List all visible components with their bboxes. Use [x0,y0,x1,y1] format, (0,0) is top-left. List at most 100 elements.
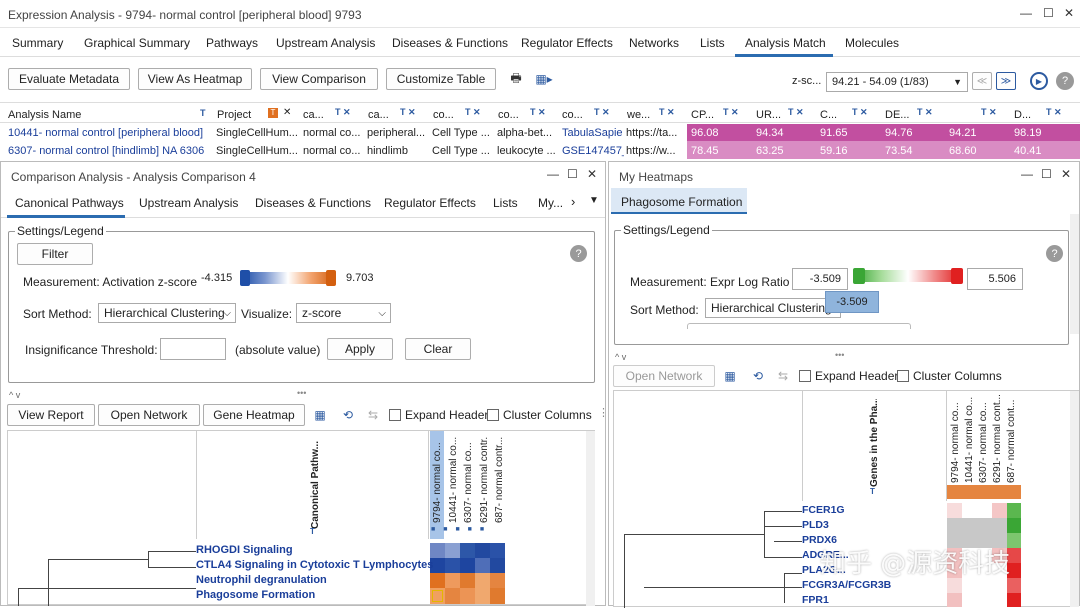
scrollbar[interactable] [1070,391,1079,607]
column-header[interactable]: 10441- normal co... [964,395,975,483]
column-header[interactable]: 9794- normal co... [432,437,443,523]
chevron-down-icon[interactable]: ▼ [589,195,599,206]
filter-button[interactable]: Filter [17,243,93,265]
apply-button[interactable]: Apply [327,338,393,360]
tab-upstream-analysis[interactable]: Upstream Analysis [276,36,375,50]
legend-min-input[interactable]: -3.509 [792,268,848,290]
heatmap-cell[interactable] [490,573,505,588]
row-header-label[interactable]: Genes in the Pha... [869,399,880,487]
swap-icon[interactable]: ⇆ [364,406,382,424]
heatmap-cell[interactable] [460,543,475,558]
gene-link[interactable]: PLD3 [802,519,829,531]
maximize-button[interactable]: ☐ [1043,6,1054,20]
chevron-right-icon[interactable]: › [571,194,575,209]
column-header[interactable]: 687- normal contr... [494,437,505,523]
heatmap-cell[interactable] [962,578,977,593]
column-header[interactable]: 6291- normal cont... [992,395,1003,483]
tab-upstream-analysis[interactable]: Upstream Analysis [139,196,238,210]
next-match-button[interactable]: ≫ [996,72,1016,90]
help-icon[interactable]: ? [1046,245,1063,262]
heatmap-cell[interactable] [962,518,977,533]
cluster-columns-checkbox[interactable] [897,370,909,382]
heatmap-cell[interactable] [947,578,962,593]
scrollbar[interactable] [1070,214,1079,334]
tab-canonical-pathways[interactable]: Canonical Pathways [15,196,124,210]
help-icon[interactable]: ? [570,245,587,262]
tab-regulator-effects[interactable]: Regulator Effects [384,196,476,210]
column-header[interactable]: 10441- normal co... [448,437,459,523]
heatmap-cell[interactable] [947,503,962,518]
network-icon[interactable]: ⟲ [747,367,769,385]
sort-method-select[interactable]: Hierarchical Clustering ⌵ [98,303,236,323]
heatmap-cell[interactable] [1007,593,1021,607]
heatmap-cell[interactable] [475,573,490,588]
collapse-icon[interactable]: ^ v [615,352,626,362]
swap-icon[interactable]: ⇆ [774,367,792,385]
threshold-input[interactable] [160,338,226,360]
tab-analysis-match[interactable]: Analysis Match [745,36,826,50]
pathway-link[interactable]: Neutrophil degranulation [196,574,327,586]
gene-link[interactable]: FCGR3A/FCGR3B [802,579,891,591]
collapse-icon[interactable]: ^ v [9,390,20,400]
sort-method-select[interactable]: Hierarchical Clustering [705,298,841,318]
zscore-range-select[interactable]: 94.21 - 54.09 (1/83) ▼ [826,72,968,92]
legend-handle-max[interactable] [951,268,963,284]
tab-networks[interactable]: Networks [629,36,679,50]
table-row[interactable]: 10441- normal control [peripheral blood]… [0,124,1080,141]
heatmap-cell[interactable] [430,543,445,558]
heatmap-cell[interactable] [445,558,460,573]
heatmap-cell[interactable] [1007,503,1021,518]
pathway-link[interactable]: Phagosome Formation [196,589,315,601]
print-icon[interactable]: 🖶 [507,70,525,88]
heatmap-cell[interactable] [430,573,445,588]
heatmap-cell[interactable] [460,573,475,588]
tab-summary[interactable]: Summary [12,36,63,50]
heatmap-cell[interactable] [475,558,490,573]
tab-diseases-functions[interactable]: Diseases & Functions [255,196,371,210]
close-button[interactable]: ✕ [1061,167,1071,181]
open-network-button[interactable]: Open Network [613,365,715,387]
cell-analysis-name[interactable]: 10441- normal control [peripheral blood] [8,127,213,139]
heatmap-cell[interactable] [475,588,490,604]
heatmap-cell[interactable] [962,593,977,607]
splitter-handle[interactable]: ••• [835,350,844,360]
clear-button[interactable]: Clear [405,338,471,360]
sort-icon[interactable]: T [870,487,875,496]
expand-header-checkbox[interactable] [389,409,401,421]
table-icon[interactable]: ▦ [721,367,739,385]
sort-icon[interactable]: T [310,527,315,536]
view-comparison-button[interactable]: View Comparison [260,68,378,90]
table-row[interactable]: 6307- normal control [hindlimb] NA 6306 … [0,141,1080,159]
tab-pathways[interactable]: Pathways [206,36,258,50]
customize-table-button[interactable]: Customize Table [386,68,496,90]
pathway-link[interactable]: RHOGDI Signaling [196,544,293,556]
pathway-link[interactable]: CTLA4 Signaling in Cytotoxic T Lymphocyt… [196,559,433,571]
cell-link[interactable]: TabulaSapie [562,127,624,139]
legend-handle-min[interactable] [853,268,865,284]
splitter-handle[interactable]: ••• [297,388,306,398]
tab-my[interactable]: My... [538,196,563,210]
gene-heatmap-button[interactable]: Gene Heatmap [203,404,305,426]
heatmap-cell[interactable] [445,573,460,588]
minimize-button[interactable]: — [1020,6,1032,20]
heatmap-cell[interactable] [475,543,490,558]
heatmap-cell[interactable] [977,593,992,607]
column-header[interactable]: 687- normal cont... [1006,395,1017,483]
tab-molecules[interactable]: Molecules [845,36,899,50]
tab-diseases-functions[interactable]: Diseases & Functions [392,36,508,50]
visualize-select[interactable]: z-score ⌵ [296,303,391,323]
heatmap-cell[interactable] [490,558,505,573]
column-header[interactable]: 6307- normal co... [978,395,989,483]
expand-header-checkbox[interactable] [799,370,811,382]
cell-link[interactable]: GSE147457_ [562,145,624,157]
column-header[interactable]: 6291- normal contr... [479,437,490,523]
tab-graphical-summary[interactable]: Graphical Summary [84,36,190,50]
heatmap-cell[interactable] [445,588,460,604]
heatmap-cell[interactable] [992,503,1007,518]
heatmap-cell[interactable] [977,578,992,593]
view-as-heatmap-button[interactable]: View As Heatmap [138,68,252,90]
tab-lists[interactable]: Lists [700,36,725,50]
column-header[interactable]: 9794- normal co... [950,395,961,483]
scrollbar[interactable] [586,431,595,606]
heatmap-cell[interactable] [460,588,475,604]
